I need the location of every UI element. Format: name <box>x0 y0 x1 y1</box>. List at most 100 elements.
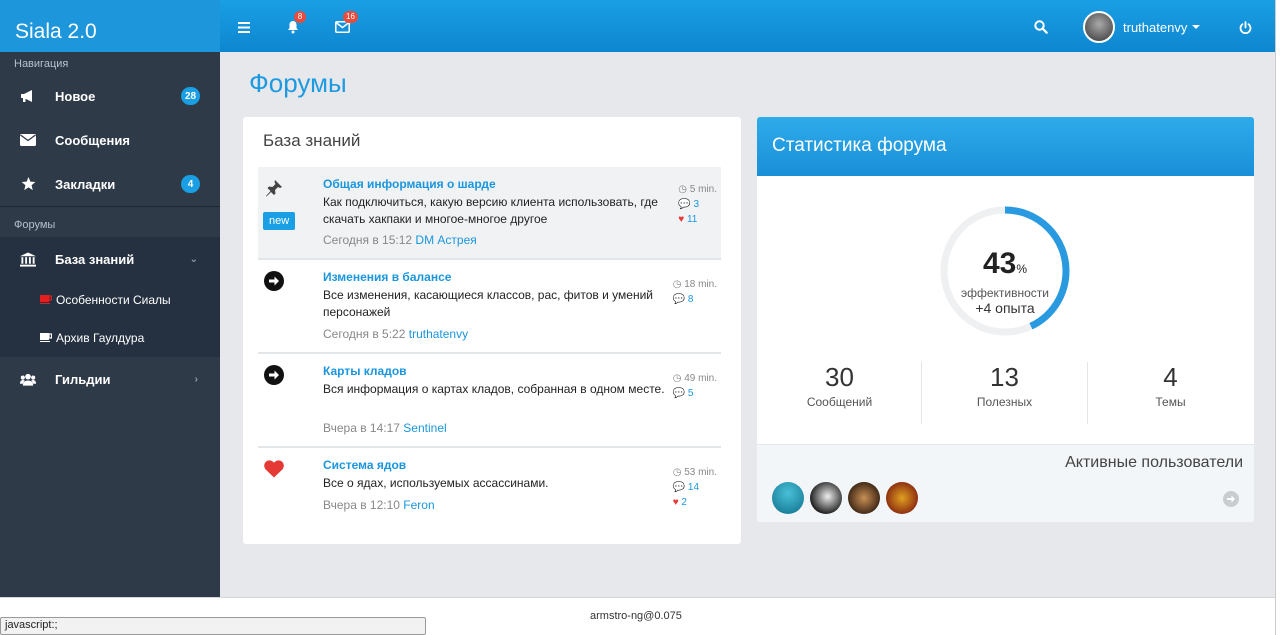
chevron-down-icon: ⌄ <box>189 253 198 265</box>
next-arrow-icon[interactable] <box>1223 491 1239 507</box>
topic-ago: 5 min. <box>689 184 717 195</box>
heart-icon: ♥ <box>678 214 685 225</box>
menu-toggle-button[interactable] <box>237 17 251 37</box>
notifications-button[interactable]: 8 <box>285 11 306 37</box>
messages-badge: 16 <box>343 11 358 23</box>
active-users-title: Активные пользователи <box>1065 454 1243 471</box>
sidebar-item-label: Сообщения <box>55 132 130 148</box>
bookmarks-count-badge: 4 <box>181 175 200 193</box>
avatar[interactable] <box>886 482 918 514</box>
avatar <box>1083 11 1115 43</box>
topic-row: Система ядов Все о ядах, используемых ас… <box>258 448 721 526</box>
topic-replies[interactable]: 8 <box>688 294 694 305</box>
brand-logo[interactable]: Siala 2.0 <box>0 0 220 52</box>
topic-ago: 49 min. <box>684 373 717 384</box>
stats-title: Статистика форума <box>757 117 1254 176</box>
topic-row: new Общая информация о шарде Как подключ… <box>258 167 721 260</box>
arrow-circle-right-icon <box>263 364 285 386</box>
topic-ago: 18 min. <box>684 279 717 290</box>
stat-useful: 13 Полезных <box>922 362 1087 409</box>
gauge-label: эффективности <box>960 286 1049 300</box>
search-button[interactable] <box>1033 17 1049 37</box>
active-users-section: Активные пользователи <box>757 444 1254 522</box>
sidebar-subitem-siala-features[interactable]: Особенности Сиалы <box>0 281 220 319</box>
sidebar-item-label: База знаний <box>55 251 135 267</box>
messages-button[interactable]: 16 <box>334 11 358 37</box>
stat-label: Полезных <box>976 395 1033 409</box>
topic-title-link[interactable]: Общая информация о шарде <box>323 177 496 191</box>
sidebar-item-guilds[interactable]: Гильдии › <box>0 357 220 401</box>
chevron-right-icon: › <box>194 373 198 385</box>
sidebar-item-knowledge-base[interactable]: База знаний ⌄ <box>0 237 220 281</box>
knowledge-base-panel: База знаний new Общая информация о шарде… <box>243 117 741 544</box>
topic-title-link[interactable]: Карты кладов <box>323 364 407 378</box>
stat-value: 4 <box>1163 362 1178 392</box>
megaphone-icon <box>20 88 36 104</box>
star-icon <box>20 176 36 192</box>
stat-value: 13 <box>990 362 1019 392</box>
top-navbar: Siala 2.0 8 16 truthatenvy <box>0 0 1275 52</box>
status-link-preview: javascript:; <box>0 617 426 635</box>
avatar[interactable] <box>848 482 880 514</box>
topic-stats: ◷ 18 min. 💬 8 <box>673 277 717 307</box>
topic-author-link[interactable]: truthatenvy <box>409 327 468 341</box>
sidebar-item-label: Гильдии <box>55 371 111 387</box>
user-menu[interactable]: truthatenvy <box>1083 11 1201 43</box>
topic-author-link[interactable]: Sentinel <box>403 421 446 435</box>
stat-topics: 4 Темы <box>1088 362 1253 409</box>
stat-label: Сообщений <box>806 395 873 409</box>
topic-time: Вчера в 14:17 <box>323 421 400 435</box>
heart-icon: ♥ <box>672 497 679 508</box>
forums-heading: Форумы <box>14 219 56 231</box>
sidebar-item-new[interactable]: Новое 28 <box>0 74 220 118</box>
sidebar: Навигация Новое 28 Сообщения Закладки 4 … <box>0 52 220 597</box>
gauge-text: 43% эффективности +4 опыта <box>939 249 1071 317</box>
sidebar-item-label: Закладки <box>55 176 116 192</box>
comments-icon: 💬 <box>672 388 686 399</box>
topic-stats: ◷ 5 min. 💬 3 ♥ 11 <box>678 182 717 227</box>
new-badge: new <box>263 212 296 230</box>
window-edge <box>1275 0 1280 635</box>
stat-messages: 30 Сообщений <box>757 362 922 409</box>
cup-icon <box>40 293 53 307</box>
envelope-icon <box>20 132 36 148</box>
clock-icon: ◷ <box>672 467 682 478</box>
sidebar-item-bookmarks[interactable]: Закладки 4 <box>0 162 220 206</box>
power-icon <box>1239 20 1251 34</box>
sidebar-subitem-label: Архив Гаулдура <box>56 331 145 345</box>
topic-time: Вчера в 12:10 <box>323 498 400 512</box>
sidebar-subitem-gauldur-archive[interactable]: Архив Гаулдура <box>0 319 220 357</box>
gauge-bonus: +4 опыта <box>975 300 1035 316</box>
topic-author-link[interactable]: Feron <box>403 498 434 512</box>
topic-description: Как подключиться, какую версию клиента и… <box>323 195 658 226</box>
username: truthatenvy <box>1123 19 1188 35</box>
topic-replies[interactable]: 5 <box>688 388 694 399</box>
notifications-badge: 8 <box>294 11 306 23</box>
stat-value: 30 <box>825 362 854 392</box>
pin-icon <box>263 177 285 199</box>
sidebar-item-messages[interactable]: Сообщения <box>0 118 220 162</box>
percent-value: 43 <box>982 247 1017 280</box>
cup-icon <box>40 331 53 345</box>
topic-meta: Сегодня в 5:22 truthatenvy <box>323 327 468 341</box>
topic-stats: ◷ 53 min. 💬 14 ♥ 2 <box>673 465 717 510</box>
topic-author-link[interactable]: DM Астрея <box>415 233 476 247</box>
topic-title-link[interactable]: Изменения в балансе <box>323 270 451 284</box>
heart-icon <box>263 458 285 480</box>
bank-icon <box>20 251 36 267</box>
gauge-percent: 43% <box>939 249 1071 284</box>
percent-sign: % <box>1016 262 1028 276</box>
panel-title: База знаний <box>263 131 361 150</box>
avatar[interactable] <box>810 482 842 514</box>
avatar[interactable] <box>772 482 804 514</box>
topic-description: Вся информация о картах кладов, собранна… <box>323 382 665 396</box>
topic-replies[interactable]: 3 <box>693 199 699 210</box>
comments-icon: 💬 <box>672 294 686 305</box>
clock-icon: ◷ <box>672 279 682 290</box>
users-icon <box>20 371 36 387</box>
logout-button[interactable] <box>1237 17 1253 37</box>
topic-time: Сегодня в 15:12 <box>323 233 413 247</box>
topic-likes: 2 <box>681 497 687 508</box>
topic-title-link[interactable]: Система ядов <box>323 458 406 472</box>
topic-replies[interactable]: 14 <box>688 482 699 493</box>
